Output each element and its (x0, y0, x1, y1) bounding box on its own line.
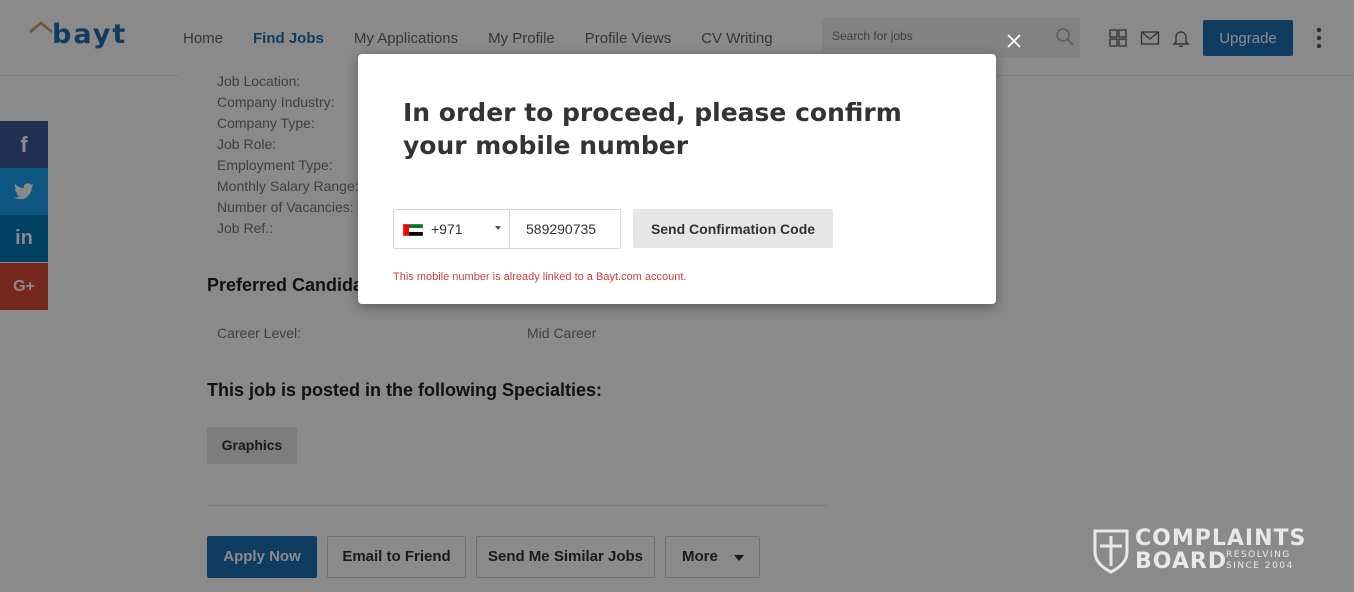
phone-input-group: +971 (393, 209, 621, 249)
watermark-small1: RESOLVING (1226, 550, 1291, 560)
country-code-value: +971 (431, 221, 463, 237)
country-code-select[interactable]: +971 (394, 210, 510, 248)
close-icon[interactable] (1006, 33, 1022, 49)
modal-title: In order to proceed, please confirm your… (403, 98, 902, 160)
dropdown-caret-icon (495, 226, 501, 230)
watermark-line1: COMPLAINTS (1135, 526, 1307, 551)
watermark-line2: BOARD (1135, 549, 1228, 574)
error-message: This mobile number is already linked to … (393, 271, 687, 283)
complaints-board-watermark: COMPLAINTS BOARD RESOLVING SINCE 2004 (1093, 526, 1308, 576)
confirm-mobile-modal: In order to proceed, please confirm your… (358, 54, 996, 304)
send-confirmation-code-button[interactable]: Send Confirmation Code (633, 209, 833, 248)
shield-icon (1093, 529, 1129, 574)
watermark-small2: SINCE 2004 (1226, 561, 1294, 571)
mobile-number-input[interactable] (510, 210, 620, 248)
uae-flag-icon (403, 224, 423, 236)
